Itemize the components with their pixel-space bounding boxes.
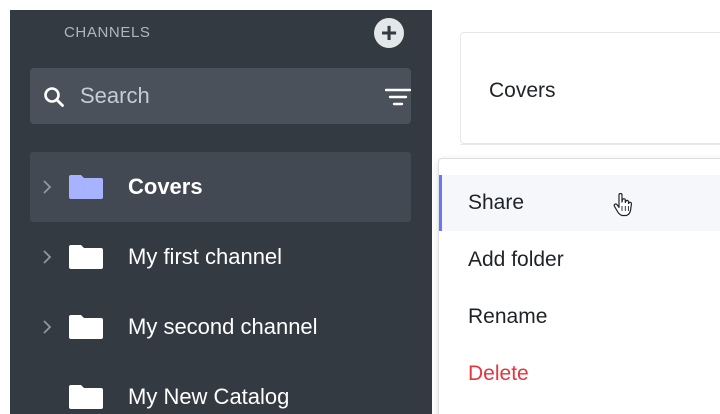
menu-item-delete[interactable]: Delete xyxy=(439,346,720,402)
sidebar: CHANNELS + Covers My first channel xyxy=(10,10,432,414)
menu-item-label: Share xyxy=(468,191,525,214)
channel-item-my-first-channel[interactable]: My first channel xyxy=(30,222,411,292)
search-icon xyxy=(44,87,64,107)
chevron-right-icon[interactable] xyxy=(42,178,52,196)
channel-item-covers[interactable]: Covers xyxy=(30,152,411,222)
chevron-right-icon[interactable] xyxy=(42,248,52,266)
channel-label: My New Catalog xyxy=(128,384,290,409)
channels-header: CHANNELS xyxy=(64,24,151,41)
top-strip xyxy=(0,0,720,10)
folder-icon xyxy=(69,315,103,339)
folder-icon xyxy=(69,245,103,269)
folder-icon xyxy=(69,175,103,199)
search-box xyxy=(30,68,411,124)
folder-icon xyxy=(69,385,103,409)
channel-item-my-second-channel[interactable]: My second channel xyxy=(30,292,411,362)
hand-pointer-icon xyxy=(613,193,633,217)
menu-item-label: Rename xyxy=(468,305,548,328)
menu-item-label: Delete xyxy=(468,362,529,385)
channel-card: Covers xyxy=(460,32,720,144)
menu-item-rename[interactable]: Rename xyxy=(439,289,720,345)
menu-item-share[interactable]: Share xyxy=(439,175,720,231)
channel-label: Covers xyxy=(128,174,203,199)
plus-circle-icon: + xyxy=(380,17,398,48)
context-menu: Share Add folder Rename Delete xyxy=(438,158,720,414)
channel-item-my-new-catalog[interactable]: My New Catalog xyxy=(30,362,411,414)
menu-item-label: Add folder xyxy=(468,248,564,271)
channel-label: My first channel xyxy=(128,244,283,269)
divider xyxy=(460,144,720,145)
filter-icon[interactable] xyxy=(385,87,411,107)
search-input[interactable] xyxy=(80,78,370,114)
chevron-right-icon[interactable] xyxy=(42,318,52,336)
add-channel-button[interactable]: + xyxy=(374,18,404,48)
menu-item-add-folder[interactable]: Add folder xyxy=(439,232,720,288)
channel-label: My second channel xyxy=(128,314,318,339)
card-title: Covers xyxy=(489,79,556,102)
